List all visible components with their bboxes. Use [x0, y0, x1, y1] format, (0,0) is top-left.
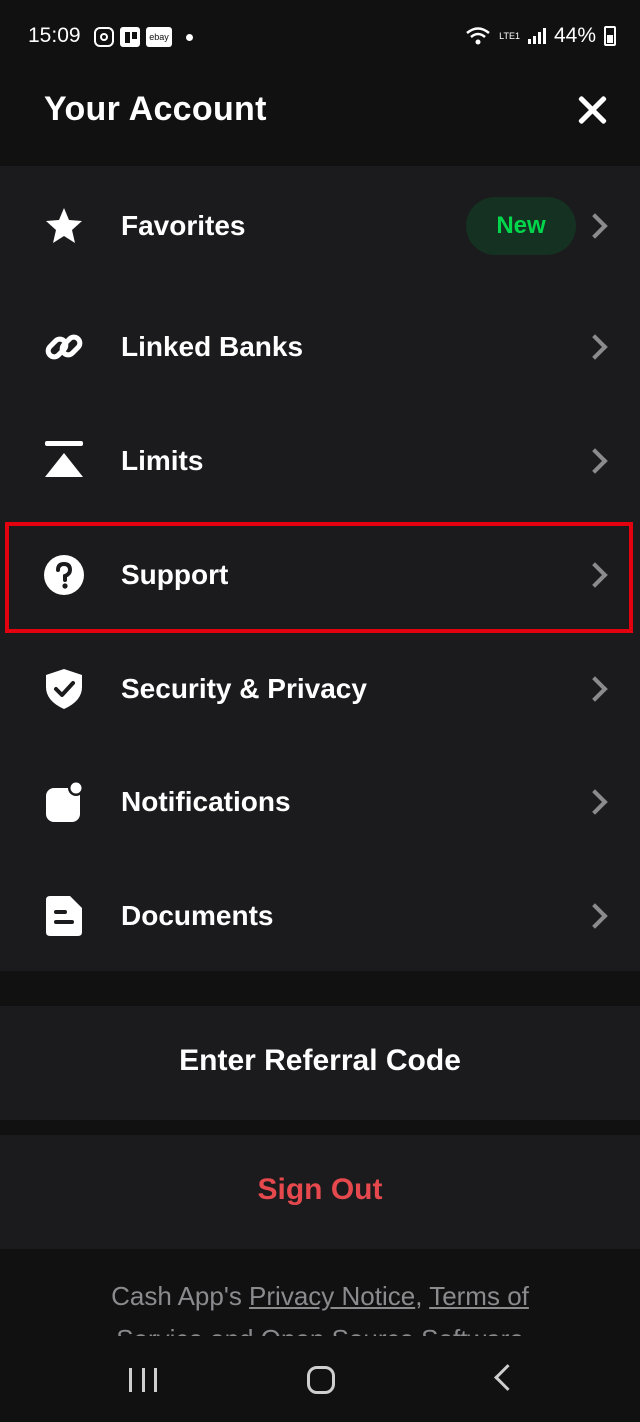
signal-icon	[527, 28, 546, 44]
battery-icon	[604, 26, 616, 46]
chevron-right-icon	[582, 212, 608, 239]
chevron-right-icon	[582, 333, 608, 360]
menu-item-label: Limits	[121, 444, 204, 476]
new-badge: New	[466, 196, 576, 255]
trello-icon	[120, 27, 140, 47]
back-icon[interactable]	[494, 1364, 521, 1391]
referral-code-button[interactable]: Enter Referral Code	[0, 1006, 640, 1120]
legal-prefix: Cash App's	[111, 1281, 250, 1311]
menu-item-limits[interactable]: Limits	[0, 404, 640, 517]
wifi-icon	[466, 27, 490, 45]
menu-item-security-privacy[interactable]: Security & Privacy	[0, 632, 640, 745]
legal-footer: Cash App's Privacy Notice, Terms of	[0, 1281, 640, 1312]
menu-item-linked-banks[interactable]: Linked Banks	[0, 290, 640, 403]
sign-out-label: Sign Out	[257, 1173, 383, 1206]
chevron-right-icon	[582, 675, 608, 702]
menu-item-favorites[interactable]: Favorites New	[0, 169, 640, 282]
link-icon	[45, 334, 83, 359]
instagram-icon	[94, 27, 114, 47]
menu-item-notifications[interactable]: Notifications	[0, 745, 640, 858]
more-notifications-dot	[186, 33, 193, 41]
network-label: LTE1	[499, 30, 520, 41]
document-icon	[46, 895, 82, 936]
status-time: 15:09	[28, 24, 81, 47]
chevron-right-icon	[582, 788, 608, 815]
home-icon[interactable]	[307, 1366, 335, 1394]
notification-icon	[46, 779, 84, 822]
legal-separator: ,	[415, 1281, 430, 1311]
chevron-right-icon	[582, 902, 608, 929]
status-right: LTE1 44%	[465, 24, 616, 48]
menu-item-label: Linked Banks	[121, 330, 304, 362]
menu-item-label: Security & Privacy	[121, 672, 367, 704]
chevron-right-icon	[582, 447, 608, 474]
terms-link[interactable]: Terms of	[429, 1281, 529, 1311]
close-icon[interactable]	[572, 92, 612, 132]
menu-item-label: Documents	[121, 899, 274, 931]
limits-icon	[45, 440, 83, 477]
page-title: Your Account	[44, 90, 267, 128]
status-bar: 15:09 ebay LTE1 44%	[0, 0, 640, 76]
star-icon	[46, 207, 82, 243]
privacy-notice-link[interactable]: Privacy Notice	[249, 1281, 415, 1311]
menu-item-documents[interactable]: Documents	[0, 859, 640, 972]
sign-out-button[interactable]: Sign Out	[0, 1135, 640, 1249]
menu-item-label: Notifications	[121, 785, 291, 817]
battery-percent: 44%	[553, 24, 596, 47]
shield-check-icon	[46, 668, 82, 709]
system-nav-bar	[0, 1338, 640, 1422]
referral-label: Enter Referral Code	[179, 1044, 461, 1077]
recents-icon[interactable]	[129, 1368, 157, 1392]
notification-icons: ebay	[94, 25, 193, 49]
support-highlight-box	[5, 522, 633, 633]
legal-footer-cut-line: Service and Open Source Software	[0, 1324, 640, 1336]
header: Your Account	[0, 76, 640, 166]
ebay-icon: ebay	[146, 27, 172, 47]
menu-item-label: Favorites	[121, 209, 246, 241]
